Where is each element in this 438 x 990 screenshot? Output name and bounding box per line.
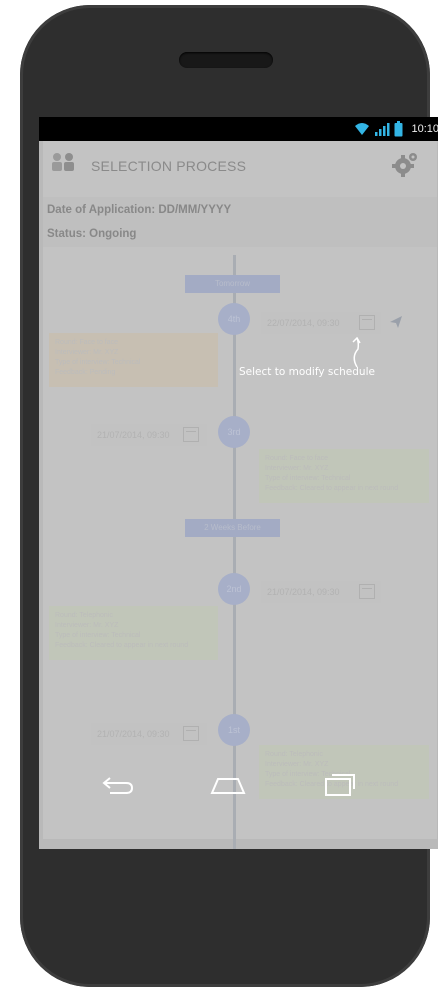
round-badge-3: 3rd xyxy=(218,416,250,448)
timeline-marker-two-weeks: 2 Weeks Before xyxy=(185,519,280,537)
card-line: Type of interview: Technical xyxy=(55,632,141,639)
status-time: 10:10 xyxy=(411,123,438,135)
card-line: Type of interview: Technical xyxy=(265,475,351,482)
calendar-icon[interactable] xyxy=(183,726,199,741)
round-badge-4: 4th xyxy=(218,303,250,335)
card-line: Feedback: Cleared to appear in next roun… xyxy=(55,642,189,649)
app-content: SELECTION PROCESS Date of Application: D… xyxy=(39,141,438,849)
round-2-card: Round: Telephonic Interviewer: Mr. XYZ T… xyxy=(49,606,218,660)
card-line: Feedback: Cleared to appear in next roun… xyxy=(265,485,399,492)
status-bar: 10:10 xyxy=(39,117,438,141)
card-line: Type of interview: Technical xyxy=(55,359,141,366)
annotation-arrow-icon xyxy=(352,337,361,368)
card-line: Round: Face to face xyxy=(55,339,119,346)
people-logo-icon[interactable] xyxy=(49,151,79,175)
back-icon[interactable] xyxy=(98,769,138,799)
round-4-card: Round: Face to face Interviewer: Mr. XYZ… xyxy=(49,333,218,387)
card-line: Interviewer: Mr. XYZ xyxy=(265,465,329,472)
app-inner: SELECTION PROCESS Date of Application: D… xyxy=(43,141,437,849)
phone-screen: 10:10 SELECTION PROCESS Date of Applicat… xyxy=(39,117,438,849)
calendar-icon[interactable] xyxy=(359,315,375,330)
page-title: SELECTION PROCESS xyxy=(91,158,247,174)
round-badge-2: 2nd xyxy=(218,573,250,605)
calendar-icon[interactable] xyxy=(359,584,375,599)
home-icon[interactable] xyxy=(208,769,248,799)
round-3-date[interactable]: 21/07/2014, 09:30 xyxy=(91,424,207,446)
send-icon[interactable] xyxy=(389,315,403,329)
application-status: Status: Ongoing xyxy=(43,221,437,247)
gear-icon[interactable] xyxy=(390,149,420,179)
signal-icon xyxy=(375,123,390,136)
round-1-date[interactable]: 21/07/2014, 09:30 xyxy=(91,723,207,745)
wifi-icon xyxy=(355,123,370,135)
round-3-date-text: 21/07/2014, 09:30 xyxy=(97,430,170,440)
round-3-card: Round: Face to face Interviewer: Mr. XYZ… xyxy=(259,449,429,503)
round-4-date-text: 22/07/2014, 09:30 xyxy=(267,318,340,328)
app-bar: SELECTION PROCESS xyxy=(43,141,437,191)
card-line: Interviewer: Mr. XYZ xyxy=(55,349,119,356)
round-2-date-text: 21/07/2014, 09:30 xyxy=(267,587,340,597)
date-of-application: Date of Application: DD/MM/YYYY xyxy=(43,197,437,223)
recents-icon[interactable] xyxy=(320,769,360,799)
phone-speaker xyxy=(179,52,273,68)
navigation-bar xyxy=(20,745,430,845)
battery-icon xyxy=(394,121,403,137)
round-badge-1: 1st xyxy=(218,714,250,746)
card-line: Feedback: Pending xyxy=(55,369,116,376)
round-4-date[interactable]: 22/07/2014, 09:30 xyxy=(261,312,381,334)
phone-frame: 10:10 SELECTION PROCESS Date of Applicat… xyxy=(20,5,438,987)
round-1-date-text: 21/07/2014, 09:30 xyxy=(97,729,170,739)
round-2-date[interactable]: 21/07/2014, 09:30 xyxy=(261,581,381,603)
card-line: Interviewer: Mr. XYZ xyxy=(55,622,119,629)
card-line: Round: Telephonic xyxy=(55,612,113,619)
calendar-icon[interactable] xyxy=(183,427,199,442)
annotation-text: Select to modify schedule xyxy=(239,366,375,378)
timeline-marker-tomorrow: Tomorrow xyxy=(185,275,280,293)
card-line: Round: Face to face xyxy=(265,455,329,462)
